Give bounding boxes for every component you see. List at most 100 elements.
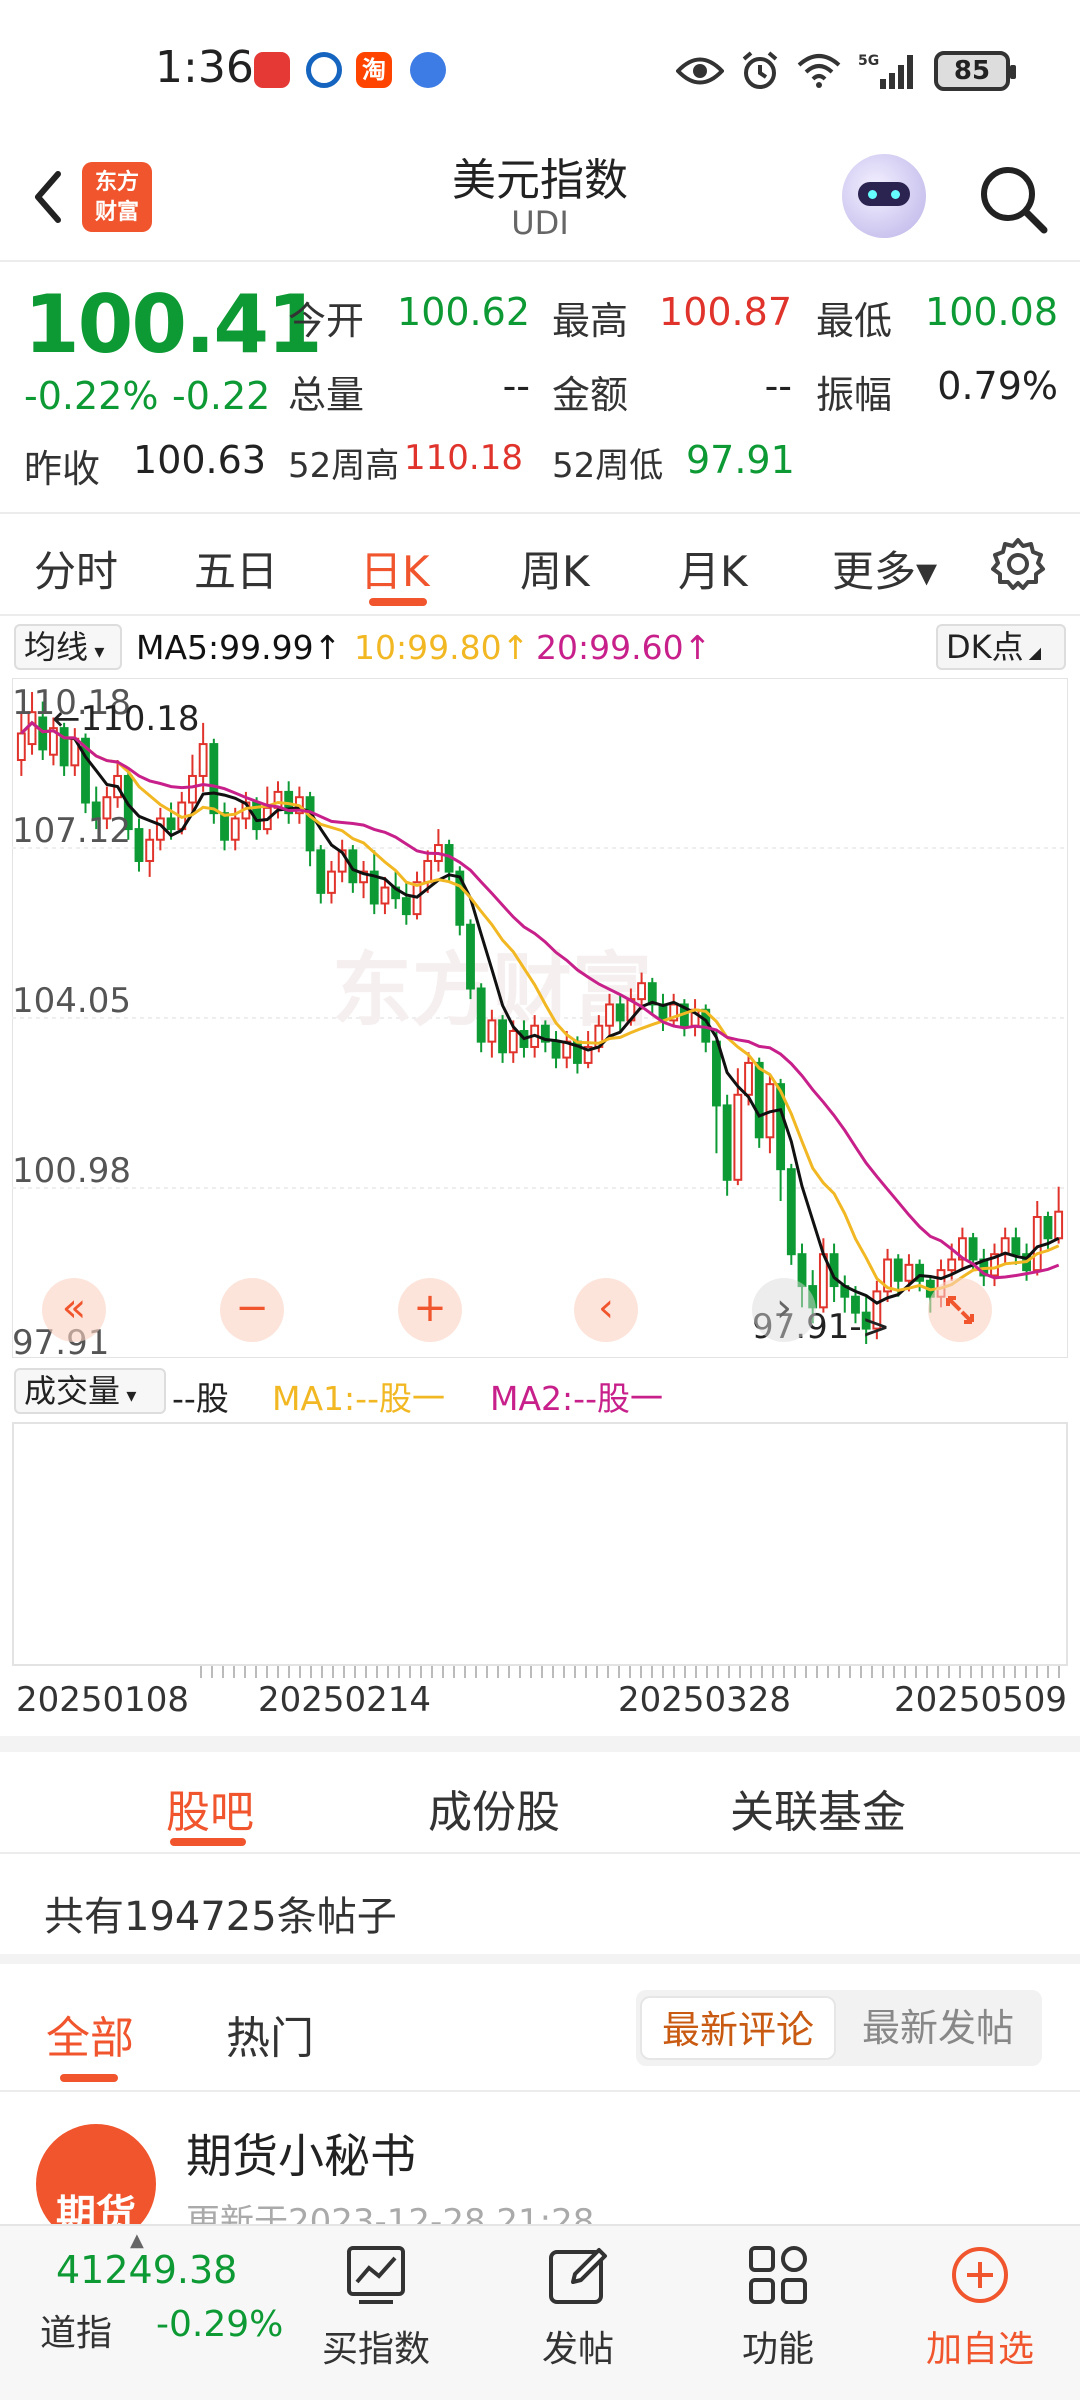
- add-watchlist-button[interactable]: 加自选: [910, 2236, 1050, 2386]
- dk-point-button[interactable]: DK点 ◢: [936, 624, 1066, 670]
- post-author[interactable]: 期货小秘书: [186, 2120, 416, 2186]
- candle-body: [145, 838, 155, 862]
- active-tab-indicator: [369, 598, 427, 606]
- week52-low-label: 52周低: [552, 446, 664, 486]
- volume-value: --: [502, 364, 530, 408]
- avatar[interactable]: 期货: [36, 2124, 156, 2224]
- candle-body: [209, 743, 219, 815]
- post-time: 更新于2023-12-28 21:28: [186, 2202, 595, 2224]
- candle-body: [904, 1263, 914, 1282]
- volume-selector[interactable]: 成交量 ▾: [14, 1368, 166, 1414]
- high-label: 最高: [552, 299, 629, 343]
- active-tab-indicator: [170, 1838, 246, 1846]
- ma-selector-label: 均线: [24, 628, 89, 666]
- tab-hot[interactable]: 热门: [226, 2002, 314, 2066]
- x-tick-label: 20250214: [258, 1680, 432, 1720]
- divider: [0, 2090, 1080, 2092]
- x-tick-label: 20250328: [618, 1680, 792, 1720]
- functions-button[interactable]: 功能: [708, 2236, 848, 2386]
- quote-panel: 100.41 -0.22% -0.22 今开 100.62 最高 100.87 …: [0, 262, 1080, 512]
- last-price: 100.41: [24, 278, 323, 371]
- list-item[interactable]: 期货 期货小秘书 更新于2023-12-28 21:28: [0, 2094, 1080, 2224]
- ma20-value: 20:99.60↑: [536, 628, 712, 667]
- section-tabs: 股吧 成份股 关联基金: [0, 1752, 1080, 1852]
- zoom-out-button[interactable]: −: [220, 1278, 284, 1342]
- ma-legend-row: 均线 ▾ MA5:99.99↑ 10:99.80↑ 20:99.60↑ DK点 …: [0, 618, 1080, 674]
- sort-latest-comment[interactable]: 最新评论: [640, 1996, 836, 2060]
- tab-daily-k[interactable]: 日K: [360, 538, 430, 599]
- status-time: 1:36: [155, 42, 254, 93]
- candle-body: [220, 812, 229, 841]
- edit-icon: [549, 2248, 607, 2304]
- svg-text:5G: 5G: [858, 53, 879, 69]
- candle-body: [712, 1040, 721, 1107]
- tab-intraday[interactable]: 分时: [34, 538, 118, 599]
- week52-high-label: 52周高: [288, 446, 400, 486]
- ma-selector[interactable]: 均线 ▾: [14, 624, 122, 670]
- index-change: -0.29%: [156, 2304, 284, 2345]
- candle-body: [605, 1003, 614, 1027]
- index-value: 41249.38: [56, 2248, 238, 2292]
- buy-index-button[interactable]: 买指数: [306, 2236, 446, 2386]
- volume-chart: [12, 1422, 1068, 1666]
- tab-five-day[interactable]: 五日: [194, 538, 278, 599]
- candle-body: [1043, 1216, 1053, 1240]
- scroll-prev-button[interactable]: ‹: [574, 1278, 638, 1342]
- scroll-first-button[interactable]: «: [42, 1278, 106, 1342]
- tab-monthly-k[interactable]: 月K: [678, 538, 748, 599]
- candle-body: [947, 1258, 957, 1272]
- post-button[interactable]: 发帖: [508, 2236, 648, 2386]
- volume-ma2: MA2:--股一: [490, 1379, 663, 1418]
- sort-toggle: 最新评论 最新发帖: [636, 1990, 1042, 2066]
- week52-low-value: 97.91: [686, 438, 795, 482]
- volume-value: --股: [172, 1379, 229, 1418]
- candle-body: [722, 1104, 732, 1181]
- nav-label: 买指数: [321, 2329, 430, 2370]
- active-tab-indicator: [60, 2074, 118, 2082]
- sort-latest-post[interactable]: 最新发帖: [840, 1996, 1036, 2060]
- candle-body: [637, 982, 647, 1001]
- candle-body: [487, 1019, 497, 1043]
- y-axis-label: 104.05: [12, 981, 131, 1021]
- candle-body: [786, 1168, 796, 1256]
- candle-body: [401, 897, 411, 916]
- ma10-value: 10:99.80↑: [354, 628, 530, 667]
- gear-icon[interactable]: [990, 536, 1046, 592]
- week52-high-value: 110.18: [404, 438, 523, 478]
- candle-body: [1011, 1237, 1021, 1256]
- scroll-next-button[interactable]: ›: [752, 1278, 816, 1342]
- tab-constituents[interactable]: 成份股: [428, 1776, 560, 1840]
- kline-chart[interactable]: 东方财富 110.18 107.12 104.05 100.98 97.91 ←…: [12, 678, 1068, 1358]
- wifi-icon: [797, 54, 841, 88]
- search-icon[interactable]: [976, 162, 1050, 236]
- taobao-icon: 淘: [356, 52, 392, 88]
- candle-body: [1054, 1210, 1064, 1240]
- candle-body: [380, 886, 390, 905]
- open-value: 100.62: [397, 290, 530, 334]
- nav-label: 功能: [741, 2329, 814, 2370]
- tab-stock-forum[interactable]: 股吧: [166, 1776, 254, 1840]
- volume-legend-row: 成交量 ▾ --股 MA1:--股一 MA2:--股一: [0, 1362, 1080, 1418]
- high-marker-label: ←110.18: [52, 699, 199, 739]
- x-tick-label: 20250509: [894, 1680, 1068, 1720]
- zoom-in-button[interactable]: +: [398, 1278, 462, 1342]
- candle-body: [744, 1061, 753, 1096]
- candle-body: [16, 732, 26, 762]
- fullscreen-button[interactable]: [928, 1278, 992, 1342]
- index-name: 道指: [40, 2313, 113, 2354]
- candle-body: [476, 987, 486, 1043]
- y-axis-label: 107.12: [12, 811, 131, 851]
- tab-weekly-k[interactable]: 周K: [520, 538, 590, 599]
- header: 东方 财富 美元指数 UDI: [0, 140, 1080, 260]
- expand-icon: [946, 1296, 974, 1324]
- x-tick-label: 20250108: [16, 1680, 190, 1720]
- prev-close-value: 100.63: [133, 438, 266, 482]
- tab-more[interactable]: 更多▾: [832, 538, 937, 599]
- status-bar: 1:36 淘 5G 85: [0, 0, 1080, 140]
- candle-body: [733, 1093, 743, 1181]
- candle-body: [198, 743, 208, 777]
- tab-all[interactable]: 全部: [46, 2002, 134, 2066]
- add-circle-icon: [952, 2247, 1008, 2303]
- tab-related-funds[interactable]: 关联基金: [730, 1776, 906, 1840]
- assistant-robot-icon[interactable]: [842, 154, 926, 238]
